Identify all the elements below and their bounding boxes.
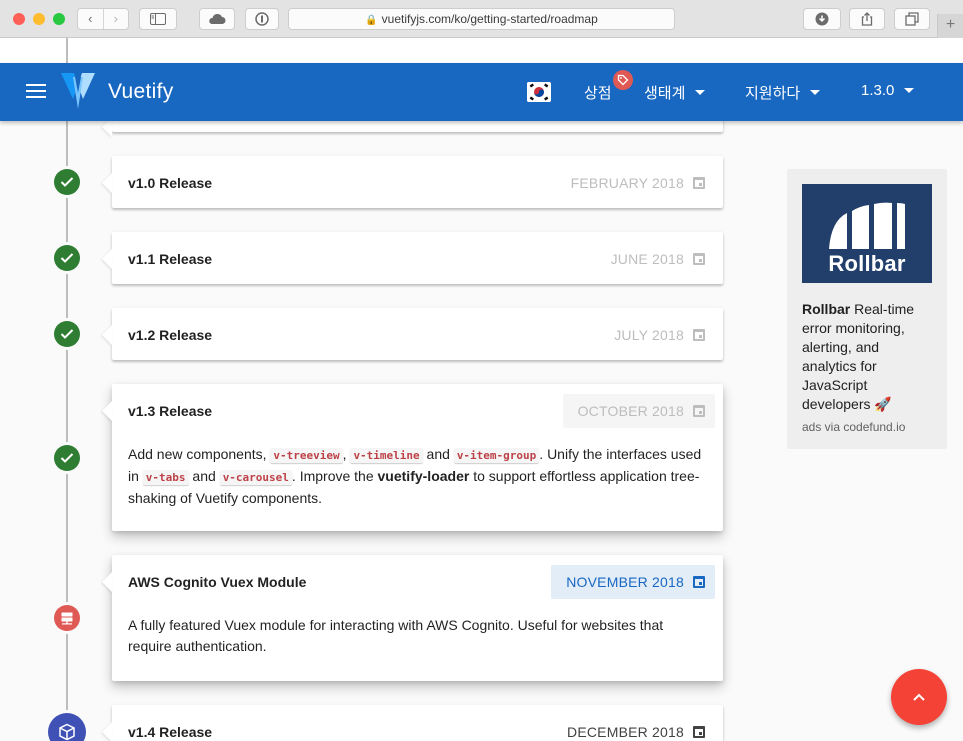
card-date[interactable]: NOVEMBER 2018: [551, 565, 715, 599]
ecosystem-label: 생태계: [644, 85, 686, 102]
share-icon[interactable]: [849, 8, 885, 30]
timeline-card: v1.2 Release JULY 2018: [112, 308, 723, 360]
browser-toolbar: ‹ › 🔒 vuetifyjs.com/ko/getting-started/ro…: [0, 0, 963, 38]
card-date: JUNE 2018: [596, 242, 715, 276]
store-label: 상점: [584, 85, 612, 102]
timeline-line: [66, 38, 68, 741]
history-nav: ‹ ›: [77, 8, 129, 30]
tag-icon: [613, 70, 633, 90]
zoom-window-button[interactable]: [53, 13, 65, 25]
code-tag: v-tabs: [142, 470, 189, 485]
calendar-icon: [693, 576, 705, 588]
chevron-left-icon[interactable]: ‹: [78, 9, 104, 29]
sponsor-ad[interactable]: Rollbar Rollbar Real-time error monitori…: [787, 169, 947, 449]
timeline-card: v1.0 Release FEBRUARY 2018: [112, 156, 723, 208]
cloud-icon[interactable]: [199, 8, 235, 30]
ecosystem-menu[interactable]: 생태계: [644, 82, 706, 103]
menu-icon[interactable]: [26, 84, 46, 100]
card-date: JULY 2018: [599, 318, 715, 352]
card-title: v1.1 Release: [128, 251, 213, 267]
card-title: v1.2 Release: [128, 327, 213, 343]
caret-down-icon: [904, 88, 915, 93]
calendar-icon: [693, 329, 705, 341]
ad-name: Rollbar: [802, 301, 851, 317]
version-menu[interactable]: 1.3.0: [861, 82, 915, 99]
card-title: v1.3 Release: [128, 403, 213, 419]
page-top-stripe: [0, 38, 963, 63]
tabs-icon[interactable]: [894, 8, 930, 30]
lock-icon: 🔒: [365, 15, 378, 26]
card-date: FEBRUARY 2018: [556, 166, 715, 200]
address-bar[interactable]: 🔒 vuetifyjs.com/ko/getting-started/roadma…: [288, 8, 675, 30]
ad-via-link[interactable]: ads via codefund.io: [802, 420, 905, 434]
close-window-button[interactable]: [13, 13, 25, 25]
scroll-to-top-button[interactable]: [891, 669, 947, 725]
card-title: AWS Cognito Vuex Module: [128, 574, 307, 590]
ad-text[interactable]: Rollbar Real-time error monitoring, aler…: [802, 300, 934, 414]
date-label: OCTOBER 2018: [577, 403, 684, 419]
timeline-card-expanded[interactable]: v1.3 Release OCTOBER 2018 Add new compon…: [112, 384, 723, 531]
code-tag: v-timeline: [350, 448, 423, 463]
card-title: v1.4 Release: [128, 724, 213, 740]
support-menu[interactable]: 지원하다: [745, 82, 821, 103]
check-icon: [54, 245, 80, 271]
sidebar-icon[interactable]: [139, 8, 177, 30]
ad-logo-text: Rollbar: [828, 251, 906, 276]
minimize-window-button[interactable]: [33, 13, 45, 25]
download-icon[interactable]: [803, 8, 841, 30]
new-tab-button[interactable]: +: [937, 14, 963, 38]
check-icon: [54, 321, 80, 347]
timeline-card-expanded[interactable]: AWS Cognito Vuex Module NOVEMBER 2018 A …: [112, 555, 723, 681]
version-label: 1.3.0: [861, 82, 895, 99]
rollbar-mark-icon: [829, 202, 905, 249]
cube-icon: [48, 713, 86, 741]
caret-down-icon: [810, 90, 821, 95]
code-tag: v-carousel: [219, 470, 292, 485]
timeline-card: v1.1 Release JUNE 2018: [112, 232, 723, 284]
server-icon: [54, 605, 80, 631]
check-icon: [54, 169, 80, 195]
password-manager-icon[interactable]: [245, 8, 279, 30]
rollbar-logo[interactable]: Rollbar: [802, 184, 932, 283]
calendar-icon: [693, 253, 705, 265]
body-text: . Improve the: [291, 468, 378, 484]
body-text: and: [188, 468, 220, 484]
chevron-right-icon[interactable]: ›: [104, 9, 129, 29]
check-icon: [54, 445, 80, 471]
timeline-card: v1.4 Release DECEMBER 2018: [112, 705, 723, 741]
date-label: DECEMBER 2018: [567, 724, 684, 740]
body-strong: vuetify-loader: [377, 468, 470, 484]
url-text: vuetifyjs.com/ko/getting-started/roadmap: [381, 12, 598, 26]
body-text: and: [422, 446, 454, 462]
card-description: Add new components, v-treeview, v-timeli…: [128, 444, 703, 509]
date-label: JUNE 2018: [610, 251, 684, 267]
calendar-icon: [693, 177, 705, 189]
caret-down-icon: [695, 90, 706, 95]
date-label: NOVEMBER 2018: [566, 574, 684, 590]
card-title: v1.0 Release: [128, 175, 213, 191]
store-link[interactable]: 상점: [584, 82, 612, 103]
code-tag: v-treeview: [270, 448, 343, 463]
card-date[interactable]: OCTOBER 2018: [562, 394, 715, 428]
date-label: FEBRUARY 2018: [570, 175, 684, 191]
korea-flag-icon[interactable]: [527, 82, 551, 102]
brand-title[interactable]: Vuetify: [108, 80, 174, 104]
card-date: DECEMBER 2018: [552, 715, 715, 741]
body-text: Add new components,: [128, 446, 271, 462]
code-tag: v-item-group: [453, 448, 540, 463]
calendar-icon: [693, 726, 705, 738]
support-label: 지원하다: [745, 85, 801, 102]
calendar-icon: [693, 405, 705, 417]
vuetify-logo-icon[interactable]: [60, 71, 96, 111]
app-bar: Vuetify 상점 생태계 지원하다 1.3.0: [0, 63, 963, 121]
chevron-up-icon: [913, 693, 925, 701]
ad-copy: Real-time error monitoring, alerting, an…: [802, 301, 915, 412]
card-description: A fully featured Vuex module for interac…: [128, 617, 664, 654]
date-label: JULY 2018: [614, 327, 684, 343]
